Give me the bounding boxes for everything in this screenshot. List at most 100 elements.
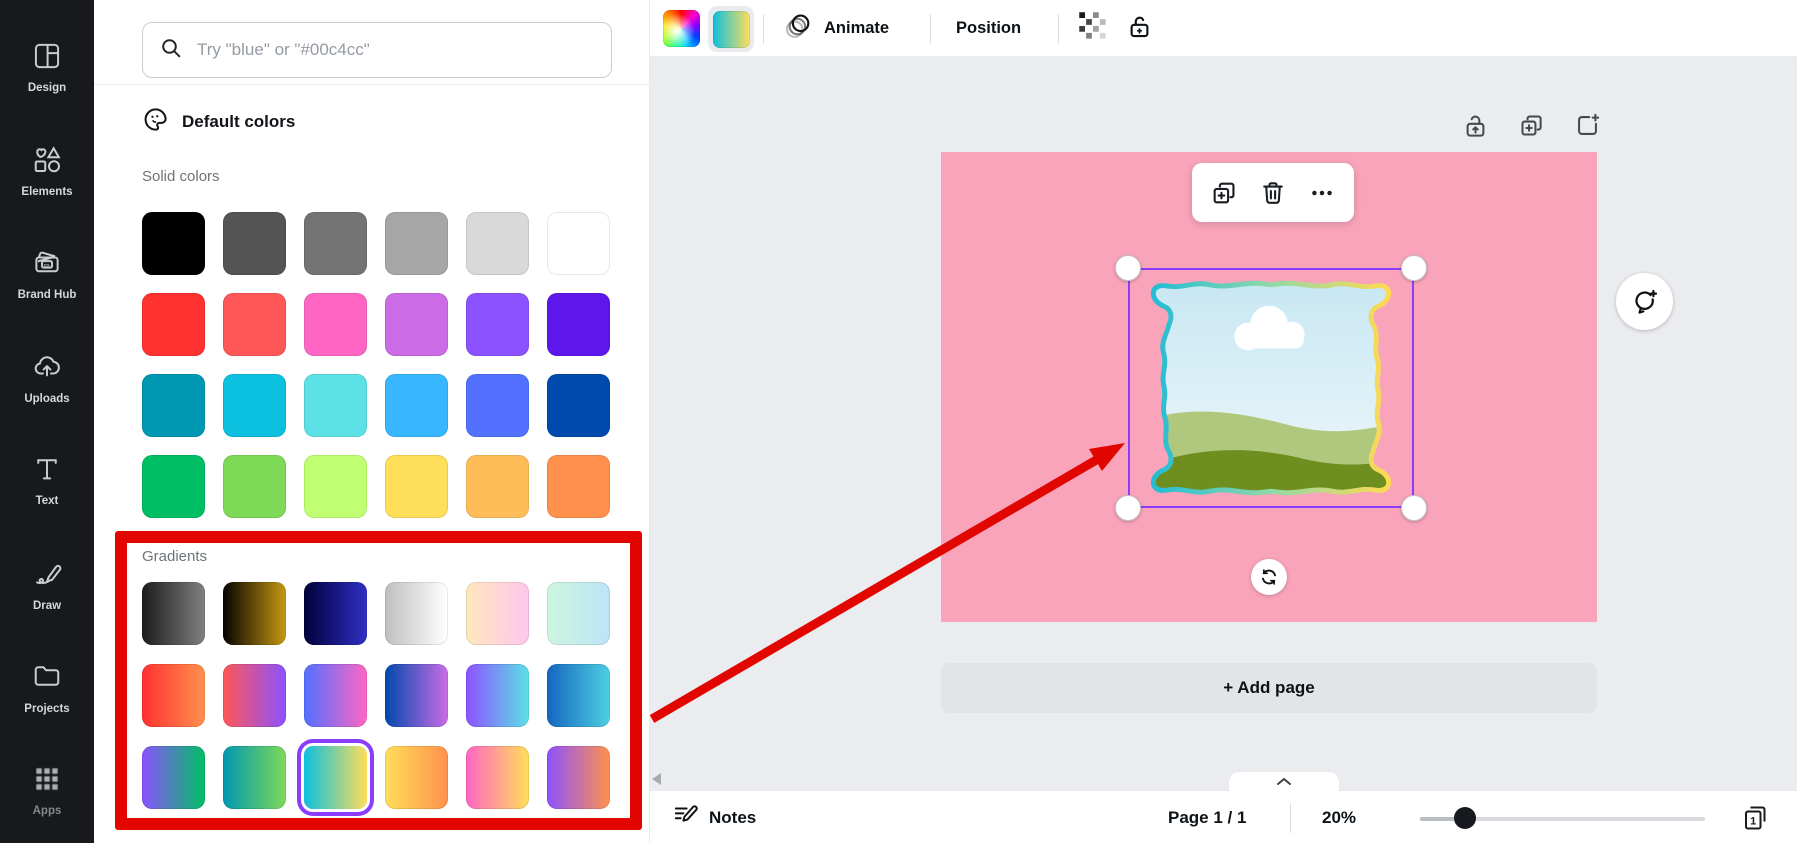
notes-button[interactable]: Notes	[672, 791, 756, 843]
solid-color-swatch-0cc0df[interactable]	[223, 374, 286, 437]
gradient-swatch-ff66c4-ffde59[interactable]	[466, 746, 529, 809]
solid-color-swatch-c1ff72[interactable]	[304, 455, 367, 518]
delete-element-button[interactable]	[1256, 176, 1290, 210]
add-page-button[interactable]: + Add page	[941, 663, 1597, 713]
sidebar-item-label: Uploads	[24, 392, 70, 405]
transparency-checkerboard-icon	[1078, 11, 1108, 46]
resize-handle-bottom-right[interactable]	[1401, 495, 1427, 521]
selection-bounding-box	[1128, 268, 1414, 508]
animate-button[interactable]: Animate	[784, 0, 889, 57]
gradient-swatch-00003a-2f2fc5[interactable]	[304, 582, 367, 645]
sidebar-item-brand-hub[interactable]: co. Brand Hub	[0, 223, 94, 326]
sidebar-item-design[interactable]: Design	[0, 16, 94, 119]
solid-color-swatch-a6a6a6[interactable]	[385, 212, 448, 275]
solid-color-swatch-38b6ff[interactable]	[385, 374, 448, 437]
brand-hub-icon: co.	[32, 247, 62, 282]
selected-gradient-chip[interactable]	[708, 6, 754, 52]
solid-colors-grid	[142, 212, 610, 518]
add-page-icon-button[interactable]	[1572, 110, 1602, 140]
lock-button[interactable]	[1126, 0, 1153, 57]
solid-color-swatch-ff914d[interactable]	[547, 455, 610, 518]
divider	[930, 14, 931, 44]
solid-color-swatch-ffbd59[interactable]	[466, 455, 529, 518]
apps-grid-icon	[33, 765, 61, 798]
sidebar-item-draw[interactable]: Draw	[0, 533, 94, 636]
color-picker-chip[interactable]	[663, 10, 700, 47]
more-options-button[interactable]	[1305, 176, 1339, 210]
gradient-swatch-1c1c1c-808080[interactable]	[142, 582, 205, 645]
duplicate-page-button[interactable]	[1516, 110, 1546, 140]
solid-color-swatch-5ce1e6[interactable]	[304, 374, 367, 437]
gradient-swatch-0cc0df-ffde59-selected[interactable]	[304, 746, 367, 809]
transparency-button[interactable]	[1078, 0, 1108, 57]
add-page-label: + Add page	[1223, 678, 1315, 697]
solid-color-swatch-00bf63[interactable]	[142, 455, 205, 518]
gradient-swatch-0097b2-7ed957[interactable]	[223, 746, 286, 809]
rotate-handle[interactable]	[1251, 559, 1287, 595]
gradient-swatch-ff5757-8c52ff[interactable]	[223, 664, 286, 727]
gradient-swatch-8c52ff-ff914d[interactable]	[547, 746, 610, 809]
solid-color-swatch-ff5757[interactable]	[223, 293, 286, 356]
resize-handle-bottom-left[interactable]	[1115, 495, 1141, 521]
gradient-swatch-cdf6de-bde4f7[interactable]	[547, 582, 610, 645]
resize-handle-top-left[interactable]	[1115, 255, 1141, 281]
gradient-swatch-1565c0-4dd0e1[interactable]	[547, 664, 610, 727]
solid-color-swatch-5271ff[interactable]	[466, 374, 529, 437]
solid-color-swatch-5e17eb[interactable]	[547, 293, 610, 356]
solid-color-swatch-000000[interactable]	[142, 212, 205, 275]
position-button[interactable]: Position	[956, 0, 1021, 57]
collapse-bottom-panel-tab[interactable]	[1228, 771, 1340, 791]
gradient-swatch-8c52ff-00bf63[interactable]	[142, 746, 205, 809]
sidebar-item-elements[interactable]: Elements	[0, 119, 94, 222]
gradient-swatch-8c52ff-5ce1e6[interactable]	[466, 664, 529, 727]
gradient-swatch-050300-c79810[interactable]	[223, 582, 286, 645]
sidebar-item-label: Text	[35, 495, 59, 508]
page-controls	[1460, 110, 1602, 140]
solid-color-swatch-7ed957[interactable]	[223, 455, 286, 518]
solid-color-swatch-cb6ce6[interactable]	[385, 293, 448, 356]
default-colors-title: Default colors	[182, 112, 296, 131]
add-comment-button[interactable]	[1616, 273, 1673, 330]
palette-icon	[142, 106, 169, 138]
solid-color-swatch-545454[interactable]	[223, 212, 286, 275]
solid-color-swatch-d9d9d9[interactable]	[466, 212, 529, 275]
gradient-swatch-004aad-cb6ce6[interactable]	[385, 664, 448, 727]
solid-color-swatch-0097b2[interactable]	[142, 374, 205, 437]
design-icon	[33, 42, 61, 75]
sidebar: Design Elements co. Brand Hub Uploads Te…	[0, 0, 94, 843]
pages-view-button[interactable]: 1	[1740, 791, 1772, 843]
lock-icon	[1126, 13, 1153, 45]
scroll-left-arrow[interactable]	[652, 773, 661, 785]
svg-text:1: 1	[1750, 815, 1756, 827]
gradient-swatch-ffde59-ff914d[interactable]	[385, 746, 448, 809]
solid-color-swatch-737373[interactable]	[304, 212, 367, 275]
sidebar-item-apps[interactable]: Apps	[0, 740, 94, 843]
draw-pencil-icon	[32, 558, 62, 593]
sidebar-item-uploads[interactable]: Uploads	[0, 326, 94, 429]
resize-handle-top-right[interactable]	[1401, 255, 1427, 281]
solid-color-swatch-ffde59[interactable]	[385, 455, 448, 518]
solid-color-swatch-ff3131[interactable]	[142, 293, 205, 356]
search-icon	[159, 36, 183, 65]
zoom-slider-thumb[interactable]	[1454, 807, 1476, 829]
unlock-page-button[interactable]	[1460, 110, 1490, 140]
chevron-up-icon	[1277, 777, 1291, 785]
sidebar-item-projects[interactable]: Projects	[0, 636, 94, 739]
solid-color-swatch-004aad[interactable]	[547, 374, 610, 437]
duplicate-element-button[interactable]	[1207, 176, 1241, 210]
gradient-swatch-ffe8bd-ffc7ee[interactable]	[466, 582, 529, 645]
solid-color-swatch-8c52ff[interactable]	[466, 293, 529, 356]
divider	[763, 14, 764, 44]
sidebar-item-label: Elements	[21, 186, 73, 199]
comment-plus-icon	[1634, 289, 1657, 314]
color-search-input[interactable]: Try "blue" or "#00c4cc"	[142, 22, 612, 78]
solid-color-swatch-ff66c4[interactable]	[304, 293, 367, 356]
sidebar-item-text[interactable]: Text	[0, 430, 94, 533]
gradient-swatch-5170ff-ff66c4[interactable]	[304, 664, 367, 727]
folder-icon	[32, 661, 62, 696]
rotate-icon	[1262, 569, 1276, 585]
solid-color-swatch-ffffff[interactable]	[547, 212, 610, 275]
animate-label: Animate	[824, 19, 890, 37]
gradient-swatch-bfbfbf-ffffff[interactable]	[385, 582, 448, 645]
gradient-swatch-ff3131-ff914d[interactable]	[142, 664, 205, 727]
